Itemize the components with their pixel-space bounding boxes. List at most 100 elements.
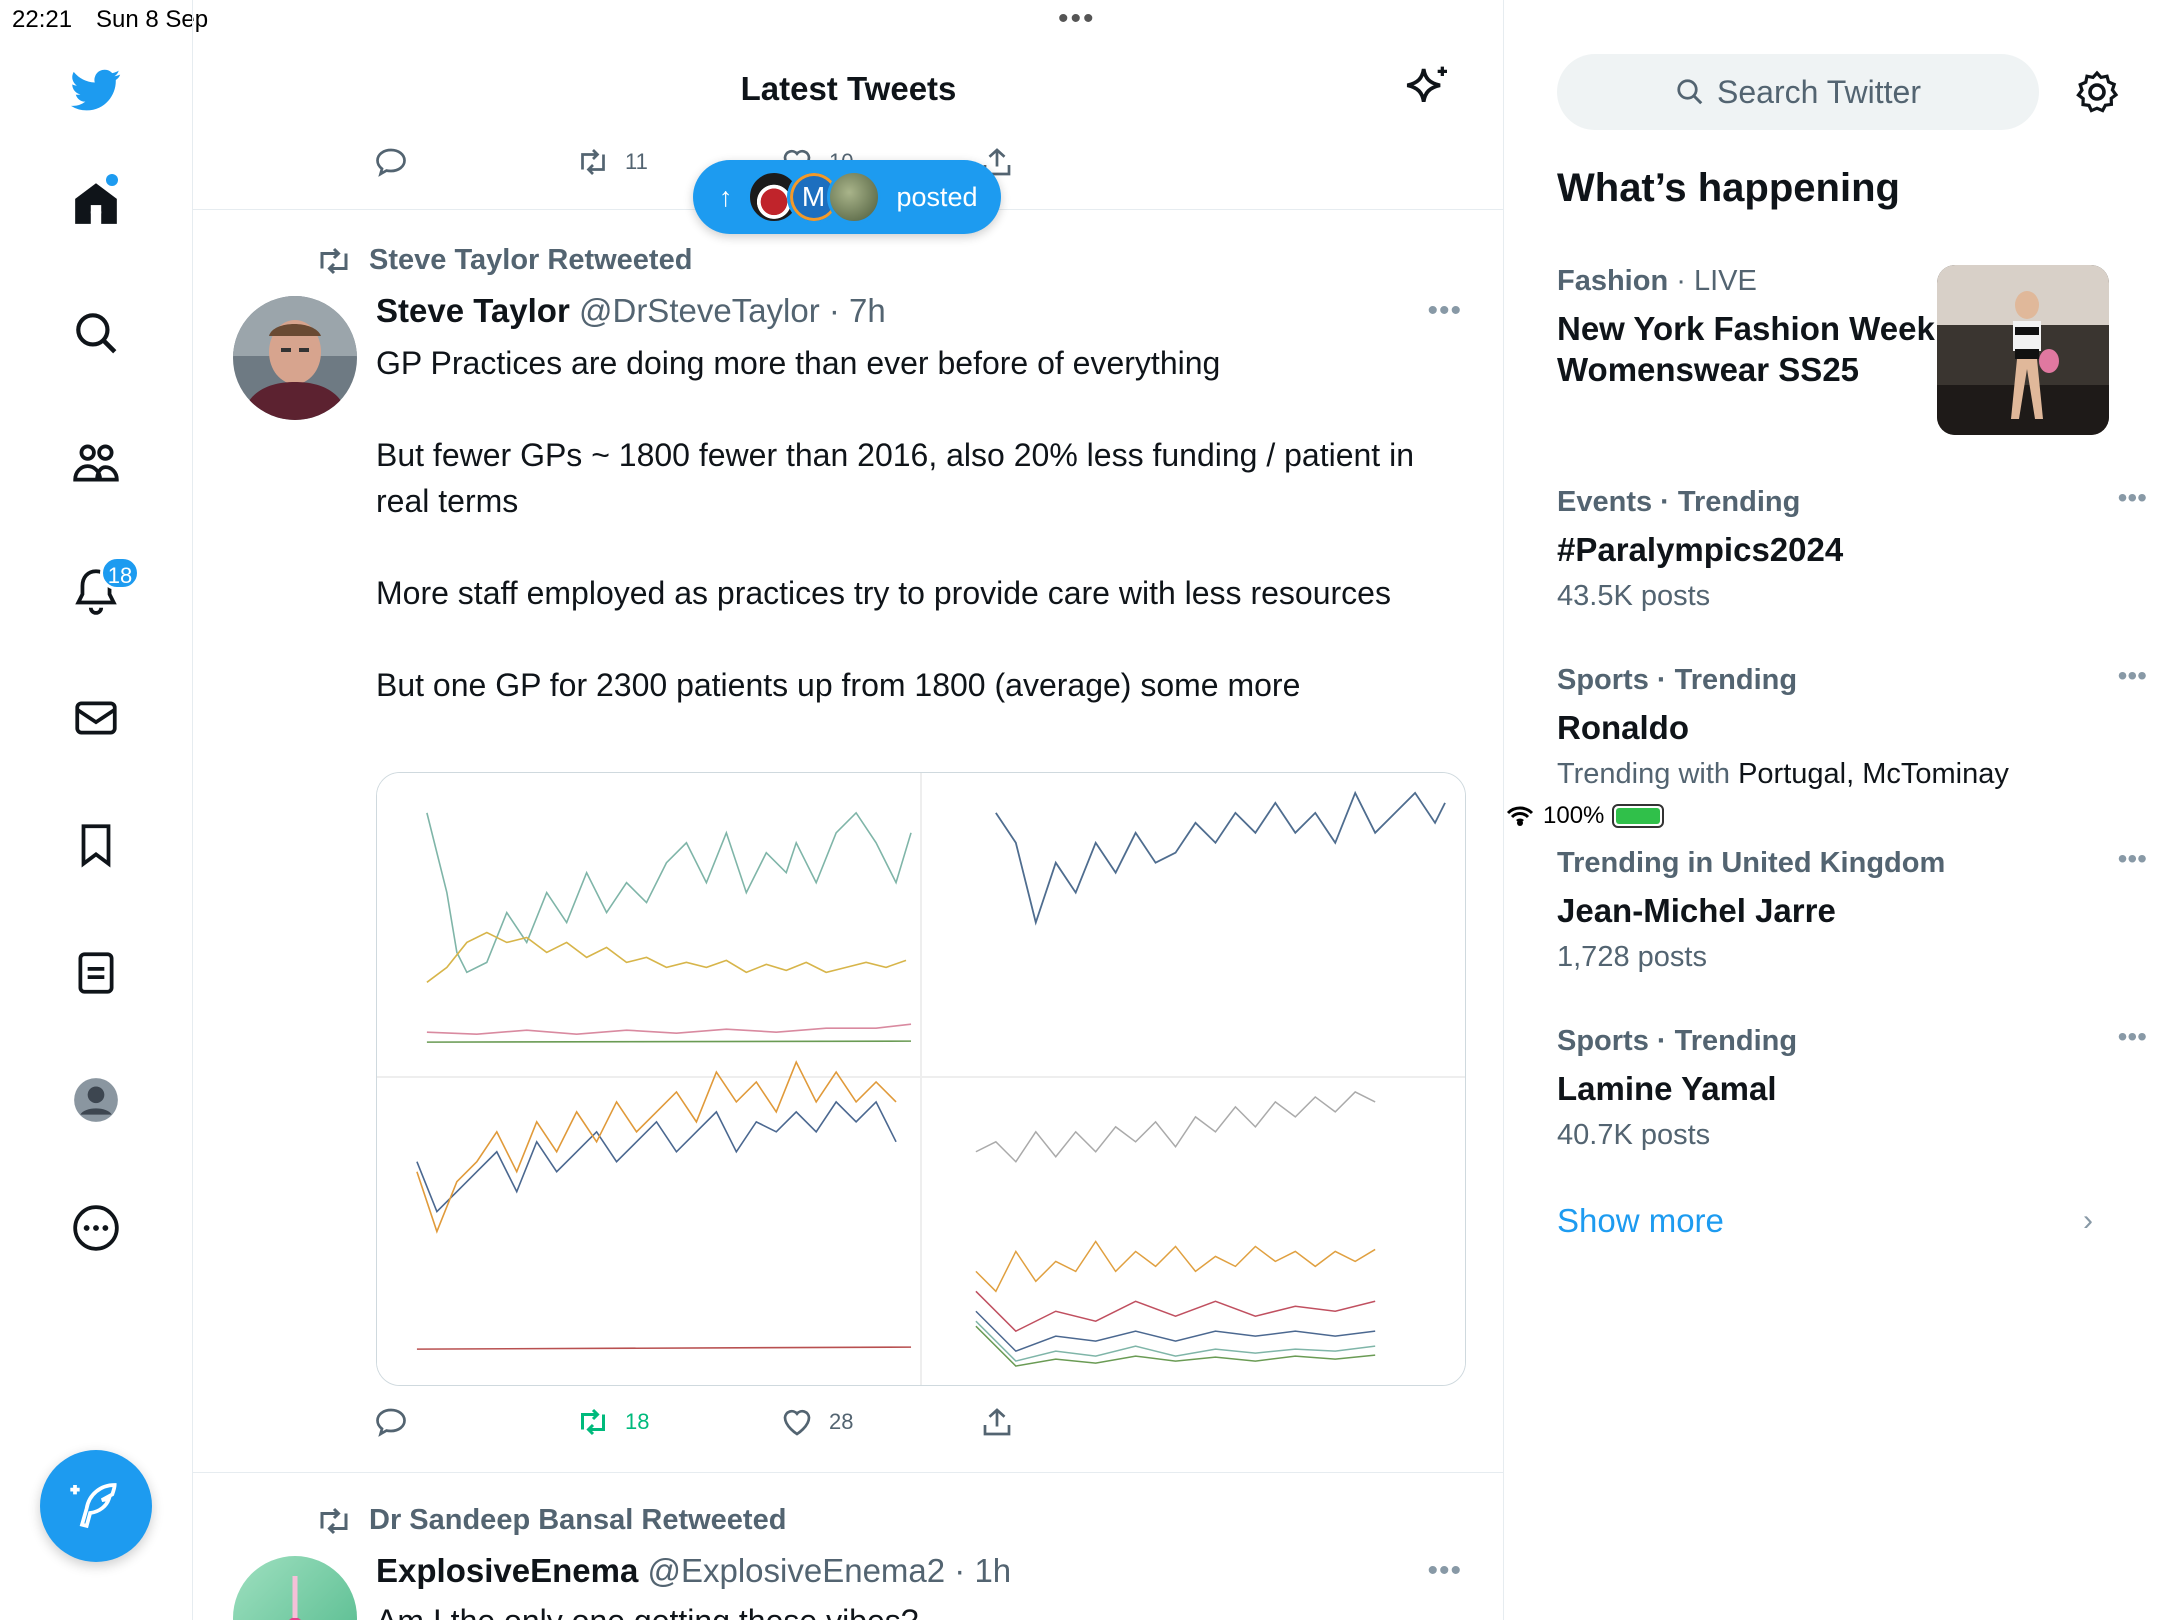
author-avatar[interactable] [233,1556,357,1620]
trend-qualifier: · Trending [1656,664,1798,696]
tweet-header: ExplosiveEnema @ExplosiveEnema2 · 1h [376,1552,1011,1590]
retweet-icon [320,1507,348,1534]
retweeted-by-label: Dr Sandeep Bansal Retweeted [369,1504,787,1536]
author-handle[interactable]: @ExplosiveEnema2 [647,1552,945,1589]
home-unread-dot [106,174,118,186]
reply-icon [376,1408,406,1437]
trend-category: Trending in United Kingdom [1557,847,1946,879]
trend-item[interactable]: Trending in United Kingdom Jean-Michel J… [1557,843,2147,974]
retweet-context: Steve Taylor Retweeted [315,244,692,277]
like-count: 28 [829,1409,854,1434]
lists-icon[interactable] [66,943,126,1003]
trend-post-count: 43.5K posts [1557,580,1711,612]
trend-qualifier: · LIVE [1676,265,1757,297]
author-avatar[interactable] [233,296,357,420]
twitter-logo-icon[interactable] [66,60,126,120]
trend-item[interactable]: Sports · Trending Lamine Yamal 40.7K pos… [1557,1021,2147,1152]
tweet-more-icon[interactable]: ••• [1427,294,1462,328]
trend-name: Jean-Michel Jarre [1557,892,1836,929]
trend-item[interactable]: Fashion · LIVE New York Fashion Week Wom… [1557,265,1937,390]
show-more-link[interactable]: Show more [1557,1202,1724,1240]
compose-tweet-button[interactable] [40,1450,152,1562]
messages-icon[interactable] [66,688,126,748]
page-title: Latest Tweets [740,70,957,107]
pill-avatars: M [746,170,881,224]
trend-category: Sports [1557,1025,1649,1057]
trend-name: New York Fashion Week Womenswear SS25 [1557,310,1935,388]
timeline-header: Latest Tweets [193,40,1503,140]
trend-post-count: 40.7K posts [1557,1119,1711,1151]
chart-dashboard-image [377,773,1465,1385]
search-icon[interactable] [66,303,126,363]
trend-meta: Events · Trending [1557,486,2117,519]
author-handle[interactable]: @DrSteveTaylor [579,292,820,329]
share-icon [983,1408,1011,1436]
tweet-header: Steve Taylor @DrSteveTaylor · 7h [376,292,886,330]
avatar [826,170,881,224]
retweet-count: 18 [625,1409,650,1434]
search-icon [1677,79,1703,105]
avatar-letter: M [801,181,826,212]
retweet-button[interactable]: 18 [575,1404,649,1440]
retweet-icon [320,247,348,274]
reply-button[interactable] [373,1404,409,1440]
trend-category: Events [1557,486,1653,518]
trend-item[interactable]: Events · Trending #Paralympics2024 43.5K… [1557,482,2147,613]
right-sidebar: Search Twitter What’s happening Fashion … [1505,0,2160,1620]
trend-more-icon[interactable]: ••• [2118,482,2147,514]
communities-icon[interactable] [66,433,126,493]
retweet-context: Dr Sandeep Bansal Retweeted [315,1504,786,1537]
bookmarks-icon[interactable] [66,815,126,875]
retweet-button[interactable]: 11 [575,144,648,180]
author-name[interactable]: Steve Taylor [376,292,570,329]
author-name[interactable]: ExplosiveEnema [376,1552,638,1589]
trend-more-icon[interactable]: ••• [2118,843,2147,875]
like-button[interactable]: 28 [779,1404,853,1440]
trend-thumbnail-image[interactable] [1937,265,2109,435]
tweet-more-icon[interactable]: ••• [1427,1554,1462,1588]
tweet-paragraph: But one GP for 2300 patients up from 180… [376,667,1301,703]
tweet-text: GP Practices are doing more than ever be… [376,340,1466,708]
tweet-divider [193,1472,1503,1473]
trend-more-icon[interactable]: ••• [2118,1021,2147,1053]
trend-name: Ronaldo [1557,709,1689,746]
share-button[interactable] [979,1404,1015,1440]
trend-meta: Fashion · LIVE [1557,265,1937,298]
reply-icon [376,148,406,177]
reply-button[interactable] [373,144,409,180]
like-heart-icon [783,1409,811,1436]
trend-meta: Sports · Trending [1557,664,2117,697]
arrow-up-icon: ↑ [719,181,733,212]
sparkle-timeline-toggle-icon[interactable] [1398,62,1454,118]
new-posts-pill[interactable]: ↑ M posted [693,160,1001,234]
retweet-count: 11 [625,149,648,174]
tweet-paragraph: But fewer GPs ~ 1800 fewer than 2016, al… [376,437,1414,519]
profile-avatar-icon[interactable] [66,1070,126,1130]
trend-more-icon[interactable]: ••• [2118,660,2147,692]
trend-context: Trending with Portugal, McTominay [1557,758,2117,791]
tweet-paragraph: More staff employed as practices try to … [376,575,1391,611]
retweet-icon [581,1408,605,1436]
tweet-media-image[interactable] [376,772,1466,1386]
trend-context-terms: Portugal, McTominay [1738,758,2009,790]
trend-context-prefix: Trending with [1557,758,1739,790]
trend-qualifier: · Trending [1660,486,1801,518]
trend-post-count: 1,728 posts [1557,941,1707,973]
trend-item[interactable]: Sports · Trending Ronaldo Trending with … [1557,660,2147,791]
search-box[interactable]: Search Twitter [1557,54,2039,130]
tweet-paragraph: GP Practices are doing more than ever be… [376,345,1221,381]
left-navigation: 18 [0,0,193,1620]
tweet-time[interactable]: · 7h [829,292,886,329]
posted-label: posted [896,181,978,212]
trend-name: Lamine Yamal [1557,1070,1777,1107]
trend-category: Fashion [1557,265,1669,297]
retweet-icon [581,149,605,175]
more-options-icon[interactable] [66,1198,126,1258]
chevron-right-icon: › [2083,1204,2093,1237]
notifications-badge: 18 [100,556,140,590]
tweet-text: Am I the only one getting these vibes? [376,1598,1466,1620]
trend-meta: Sports · Trending [1557,1025,2117,1058]
whats-happening-title: What’s happening [1557,166,1900,210]
settings-gear-icon[interactable] [2073,68,2121,116]
tweet-time[interactable]: · 1h [954,1552,1011,1589]
